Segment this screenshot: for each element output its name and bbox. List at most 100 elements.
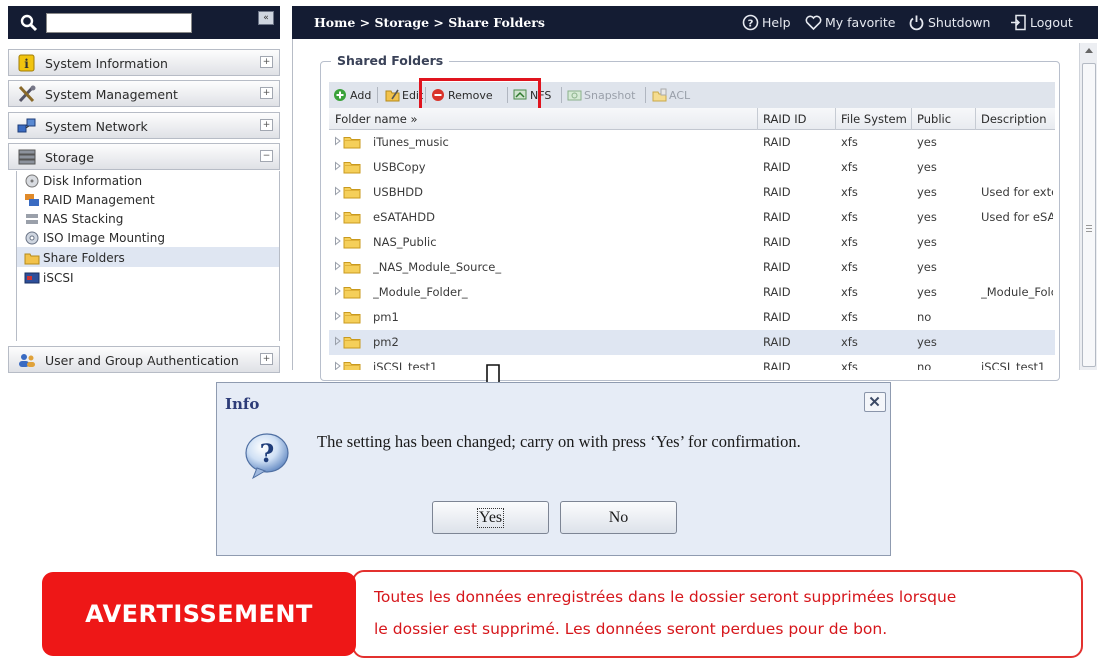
yes-button[interactable]: Yes [432, 501, 549, 534]
table-row[interactable]: iTunes_music RAID xfs yes [329, 130, 1055, 155]
cell-raid-id: RAID [763, 135, 791, 149]
breadcrumb: Home > Storage > Share Folders [314, 15, 545, 30]
expand-arrow-icon[interactable] [334, 336, 342, 346]
table-row[interactable]: pm2 RAID xfs yes [329, 330, 1055, 355]
favorite-label: My favorite [825, 15, 896, 30]
folder-icon [343, 162, 361, 174]
acl-icon [652, 88, 667, 102]
search-input[interactable] [46, 13, 192, 33]
expand-arrow-icon[interactable] [334, 136, 342, 146]
expand-arrow-icon[interactable] [334, 311, 342, 321]
help-icon: ? [742, 14, 759, 31]
cell-public: no [917, 310, 932, 324]
table-row[interactable]: _Module_Folder_ RAID xfs yes _Module_Folc [329, 280, 1055, 305]
share-folder-icon [24, 253, 40, 264]
scroll-up-icon[interactable] [1083, 45, 1095, 55]
sidebar-item-label: RAID Management [43, 192, 155, 207]
folder-icon [343, 262, 361, 274]
expand-icon[interactable]: + [260, 119, 273, 131]
column-header-public[interactable]: Public [917, 112, 951, 126]
search-bar: « [8, 6, 280, 39]
table-row[interactable]: NAS_Public RAID xfs yes [329, 230, 1055, 255]
network-icon [17, 118, 36, 133]
cell-description: Used for exte [981, 185, 1053, 199]
table-row[interactable]: USBCopy RAID xfs yes [329, 155, 1055, 180]
expand-arrow-icon[interactable] [334, 161, 342, 171]
sidebar-section-system-management[interactable]: System Management + [8, 80, 280, 107]
expand-icon[interactable]: + [260, 353, 273, 365]
column-header-folder-name[interactable]: Folder name » [335, 112, 418, 126]
sidebar-section-label: System Network [45, 119, 148, 134]
logout-icon [1011, 14, 1026, 31]
expand-arrow-icon[interactable] [334, 361, 342, 370]
acl-button[interactable]: ACL [652, 87, 690, 103]
sidebar-section-label: User and Group Authentication [45, 353, 239, 368]
expand-arrow-icon[interactable] [334, 286, 342, 296]
question-icon: ? [245, 433, 289, 480]
snapshot-icon [567, 90, 582, 101]
table-row[interactable]: eSATAHDD RAID xfs yes Used for eSA [329, 205, 1055, 230]
expand-arrow-icon[interactable] [334, 261, 342, 271]
cell-file-system: xfs [841, 135, 858, 149]
folder-icon [343, 337, 361, 349]
expand-arrow-icon[interactable] [334, 236, 342, 246]
dialog-message: The setting has been changed; carry on w… [317, 432, 801, 451]
sidebar-item-iscsi[interactable]: iSCSI [24, 268, 74, 287]
toolbar-separator [645, 87, 646, 103]
search-icon[interactable] [20, 14, 38, 32]
sidebar-section-system-information[interactable]: i System Information + [8, 49, 280, 76]
table-row[interactable]: _NAS_Module_Source_ RAID xfs yes [329, 255, 1055, 280]
help-link[interactable]: ? Help [742, 14, 791, 31]
table-row[interactable]: pm1 RAID xfs no [329, 305, 1055, 330]
column-header-description[interactable]: Description [981, 112, 1047, 126]
table-row[interactable]: USBHDD RAID xfs yes Used for exte [329, 180, 1055, 205]
top-bar: Home > Storage > Share Folders ? Help My… [292, 6, 1098, 39]
vertical-scrollbar[interactable] [1079, 43, 1097, 370]
shutdown-link[interactable]: Shutdown [908, 14, 990, 31]
scroll-thumb[interactable] [1082, 63, 1096, 367]
cell-file-system: xfs [841, 335, 858, 349]
cell-raid-id: RAID [763, 360, 791, 370]
favorite-link[interactable]: My favorite [805, 14, 895, 31]
sidebar-section-label: System Management [45, 87, 178, 102]
snapshot-button[interactable]: Snapshot [567, 87, 635, 103]
no-button[interactable]: No [560, 501, 677, 534]
expand-arrow-icon[interactable] [334, 186, 342, 196]
expand-arrow-icon[interactable] [334, 211, 342, 221]
cell-public: yes [917, 335, 937, 349]
expand-icon[interactable]: + [260, 87, 273, 99]
collapse-icon[interactable]: − [260, 150, 273, 162]
add-button[interactable]: Add [333, 87, 371, 103]
sidebar-item-iso-image-mounting[interactable]: ISO Image Mounting [24, 228, 165, 247]
help-label: Help [762, 15, 791, 30]
cell-folder-name: NAS_Public [373, 235, 437, 249]
cell-folder-name: _NAS_Module_Source_ [373, 260, 502, 274]
cell-public: yes [917, 210, 937, 224]
column-header-raid-id[interactable]: RAID ID [763, 112, 807, 126]
sidebar-section-storage[interactable]: Storage − [8, 143, 280, 170]
close-icon [869, 396, 880, 407]
logout-link[interactable]: Logout [1010, 14, 1073, 31]
expand-icon[interactable]: + [260, 56, 273, 68]
sidebar-section-user-group-authentication[interactable]: User and Group Authentication + [8, 346, 280, 373]
sidebar-item-label: ISO Image Mounting [43, 230, 165, 245]
sidebar-item-share-folders[interactable]: Share Folders [24, 248, 125, 267]
sidebar-item-nas-stacking[interactable]: NAS Stacking [24, 209, 123, 228]
svg-text:i: i [24, 57, 29, 71]
add-label: Add [350, 88, 372, 102]
toolbar-separator [561, 87, 562, 103]
table-row[interactable]: iSCSI_test1 RAID xfs no iSCSI_test1 [329, 355, 1055, 370]
cell-description: iSCSI_test1 [981, 360, 1046, 370]
edit-button[interactable]: Edit [385, 87, 423, 103]
close-button[interactable] [864, 392, 886, 412]
sidebar-item-raid-management[interactable]: RAID Management [24, 190, 155, 209]
warning-message-box [352, 570, 1083, 658]
cell-raid-id: RAID [763, 185, 791, 199]
disk-icon [25, 174, 39, 187]
sidebar-collapse-button[interactable]: « [258, 11, 274, 25]
group-title: Shared Folders [331, 53, 450, 68]
cell-raid-id: RAID [763, 160, 791, 174]
sidebar-section-system-network[interactable]: System Network + [8, 112, 280, 139]
column-header-file-system[interactable]: File System [841, 112, 907, 126]
sidebar-item-disk-information[interactable]: Disk Information [24, 171, 142, 190]
